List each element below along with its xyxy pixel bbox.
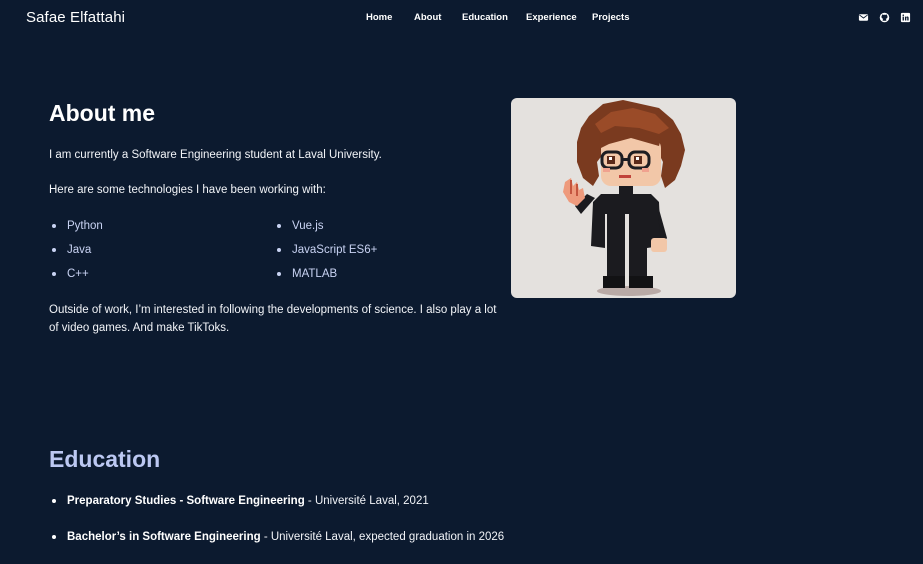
education-details: - Université Laval, expected graduation … — [260, 531, 505, 543]
tech-item: Java — [49, 241, 103, 265]
education-heading: Education — [49, 446, 161, 472]
education-item: Preparatory Studies - Software Engineeri… — [49, 492, 504, 528]
main-nav: Home About Education Experience Projects — [0, 12, 923, 26]
mail-icon[interactable] — [858, 12, 869, 23]
nav-link-about[interactable]: About — [414, 12, 441, 23]
education-item: Bachelor’s in Software Engineering - Uni… — [49, 528, 504, 564]
nav-link-experience[interactable]: Experience — [526, 12, 577, 23]
linkedin-icon[interactable] — [900, 12, 911, 23]
tech-item: MATLAB — [274, 265, 377, 289]
github-icon[interactable] — [879, 12, 890, 23]
tech-item: Vue.js — [274, 217, 377, 241]
education-degree: Bachelor’s in Software Engineering — [67, 531, 261, 543]
tech-list-right: Vue.js JavaScript ES6+ MATLAB — [274, 217, 377, 289]
about-outside-text: Outside of work, I’m interested in follo… — [49, 304, 497, 334]
tech-item: C++ — [49, 265, 103, 289]
tech-intro-text: Here are some technologies I have been w… — [49, 184, 326, 196]
top-navbar: Safae Elfattahi Home About Education Exp… — [0, 0, 923, 36]
social-links — [858, 12, 911, 23]
pixel-avatar-illustration — [563, 100, 685, 296]
education-degree: Preparatory Studies - Software Engineeri… — [67, 495, 305, 507]
tech-list-left: Python Java C++ — [49, 217, 103, 289]
tech-item: Python — [49, 217, 103, 241]
nav-link-projects[interactable]: Projects — [592, 12, 630, 23]
education-details: - Université Laval, 2021 — [304, 495, 429, 507]
education-list: Preparatory Studies - Software Engineeri… — [49, 492, 504, 564]
about-heading: About me — [49, 100, 156, 126]
nav-link-education[interactable]: Education — [462, 12, 508, 23]
about-intro-text: I am currently a Software Engineering st… — [49, 149, 382, 161]
pixel-avatar-portrait — [511, 98, 736, 298]
tech-item: JavaScript ES6+ — [274, 241, 377, 265]
nav-link-home[interactable]: Home — [366, 12, 392, 23]
